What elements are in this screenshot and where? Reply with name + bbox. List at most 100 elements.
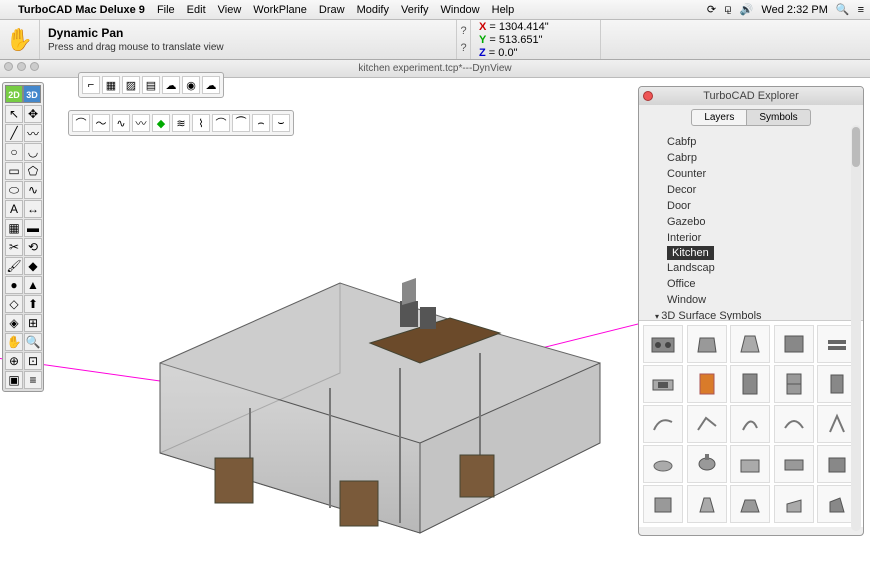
pan-tool[interactable]: ✋ <box>5 333 23 351</box>
tree-item[interactable]: Window <box>645 292 857 308</box>
move-tool[interactable]: ✥ <box>24 105 42 123</box>
wall-tool[interactable]: ▬ <box>24 219 42 237</box>
tree-section[interactable]: 3D Surface Symbols <box>645 308 857 320</box>
polygon-tool[interactable]: ⬠ <box>24 162 42 180</box>
notifications-icon[interactable]: ≡ <box>858 4 864 16</box>
curve-tool[interactable]: ∿ <box>112 114 130 132</box>
explorer-header[interactable]: TurboCAD Explorer <box>639 87 863 105</box>
floating-palette-2[interactable]: ⌒ 〜 ∿ 〰 ◆ ≋ ⌇ ⌒ ⏜ ⌢ ⌣ <box>68 110 294 136</box>
curve-tool[interactable]: ≋ <box>172 114 190 132</box>
menu-draw[interactable]: Draw <box>319 4 345 16</box>
symbol-thumb[interactable] <box>774 445 814 483</box>
floating-palette-1[interactable]: ⌐ ▦ ▨ ▤ ☁ ◉ ☁ <box>78 72 224 98</box>
spotlight-icon[interactable]: 🔍 <box>836 3 850 16</box>
rectangle-tool[interactable]: ▭ <box>5 162 23 180</box>
symbol-thumb[interactable] <box>643 325 683 363</box>
explorer-tree[interactable]: Cabfp Cabrp Counter Decor Door Gazebo In… <box>639 130 863 320</box>
paint-tool[interactable]: 🖌 <box>5 257 23 275</box>
menu-edit[interactable]: Edit <box>187 4 206 16</box>
symbol-thumb[interactable] <box>774 325 814 363</box>
tab-symbols[interactable]: Symbols <box>747 109 810 126</box>
menu-window[interactable]: Window <box>441 4 480 16</box>
view-cube-tool[interactable]: ⊡ <box>24 352 42 370</box>
dimension-tool[interactable]: ↔ <box>24 200 42 218</box>
palette-tool[interactable]: ▤ <box>142 76 160 94</box>
symbol-thumb[interactable] <box>730 365 770 403</box>
palette-tool[interactable]: ◉ <box>182 76 200 94</box>
render-tool[interactable]: ▣ <box>5 371 23 389</box>
symbol-thumb[interactable] <box>730 485 770 523</box>
symbol-thumb[interactable] <box>687 365 727 403</box>
symbol-thumb[interactable] <box>687 325 727 363</box>
scrollbar[interactable] <box>851 125 861 531</box>
help-icon[interactable]: ? <box>457 42 470 54</box>
tree-item[interactable]: Cabrp <box>645 150 857 166</box>
symbol-thumb[interactable] <box>687 405 727 443</box>
palette-tool[interactable]: ☁ <box>202 76 220 94</box>
curve-tool[interactable]: ⌣ <box>272 114 290 132</box>
menu-modify[interactable]: Modify <box>357 4 389 16</box>
close-icon[interactable] <box>643 91 653 101</box>
tree-item[interactable]: Cabfp <box>645 134 857 150</box>
volume-icon[interactable]: 🔊 <box>740 3 754 16</box>
curve-tool[interactable]: ⌒ <box>72 114 90 132</box>
symbol-thumb[interactable] <box>643 445 683 483</box>
fill-tool[interactable]: ◆ <box>24 257 42 275</box>
symbol-thumb[interactable] <box>687 485 727 523</box>
menu-file[interactable]: File <box>157 4 175 16</box>
curve-tool[interactable]: ⌢ <box>252 114 270 132</box>
extrude-tool[interactable]: ⬆ <box>24 295 42 313</box>
tree-item[interactable]: Interior <box>645 230 857 246</box>
tab-layers[interactable]: Layers <box>691 109 747 126</box>
primitive-box-tool[interactable]: ◇ <box>5 295 23 313</box>
symbol-thumb[interactable] <box>687 445 727 483</box>
primitive-cone-tool[interactable]: ▲ <box>24 276 42 294</box>
menu-verify[interactable]: Verify <box>401 4 429 16</box>
tree-item[interactable]: Counter <box>645 166 857 182</box>
surface-tool[interactable]: ◈ <box>5 314 23 332</box>
layer-tool[interactable]: ≡ <box>24 371 42 389</box>
transform-tool[interactable]: ⟲ <box>24 238 42 256</box>
curve-tool[interactable]: ⌒ <box>212 114 230 132</box>
tree-item[interactable]: Door <box>645 198 857 214</box>
tree-item-selected[interactable]: Kitchen <box>667 246 714 260</box>
palette-tool[interactable]: ▦ <box>102 76 120 94</box>
palette-tool[interactable]: ⌐ <box>82 76 100 94</box>
ellipse-tool[interactable]: ⬭ <box>5 181 23 199</box>
palette-tool[interactable]: ☁ <box>162 76 180 94</box>
tree-item[interactable]: Decor <box>645 182 857 198</box>
curve-tool[interactable]: 〜 <box>92 114 110 132</box>
symbol-thumb[interactable] <box>774 365 814 403</box>
arc-tool[interactable]: ◡ <box>24 143 42 161</box>
circle-tool[interactable]: ○ <box>5 143 23 161</box>
spline-tool[interactable]: ∿ <box>24 181 42 199</box>
symbol-thumb[interactable] <box>730 405 770 443</box>
symbol-thumb[interactable] <box>643 365 683 403</box>
zoom-tool[interactable]: 🔍 <box>24 333 42 351</box>
symbol-thumb[interactable] <box>774 485 814 523</box>
palette-tool[interactable]: ▨ <box>122 76 140 94</box>
symbol-thumb[interactable] <box>643 485 683 523</box>
symbol-thumb[interactable] <box>730 445 770 483</box>
app-name[interactable]: TurboCAD Mac Deluxe 9 <box>18 4 145 16</box>
tree-item[interactable]: Landscap <box>645 260 857 276</box>
sync-icon[interactable]: ⟳ <box>707 3 716 16</box>
tree-item[interactable]: Office <box>645 276 857 292</box>
orbit-tool[interactable]: ⊕ <box>5 352 23 370</box>
menu-view[interactable]: View <box>218 4 242 16</box>
symbol-thumb[interactable] <box>730 325 770 363</box>
curve-tool[interactable]: ◆ <box>152 114 170 132</box>
symbol-thumb[interactable] <box>643 405 683 443</box>
bluetooth-icon[interactable]: ⚼ <box>724 3 732 16</box>
select-tool[interactable]: ↖ <box>5 105 23 123</box>
hatch-tool[interactable]: ▦ <box>5 219 23 237</box>
curve-tool[interactable]: ⌇ <box>192 114 210 132</box>
mesh-tool[interactable]: ⊞ <box>24 314 42 332</box>
traffic-lights[interactable] <box>4 62 39 71</box>
menu-help[interactable]: Help <box>492 4 515 16</box>
curve-tool[interactable]: 〰 <box>132 114 150 132</box>
curve-tool[interactable]: ⏜ <box>232 114 250 132</box>
polyline-tool[interactable]: 〰 <box>24 124 42 142</box>
view-2d-button[interactable]: 2D <box>5 85 23 103</box>
trim-tool[interactable]: ✂ <box>5 238 23 256</box>
